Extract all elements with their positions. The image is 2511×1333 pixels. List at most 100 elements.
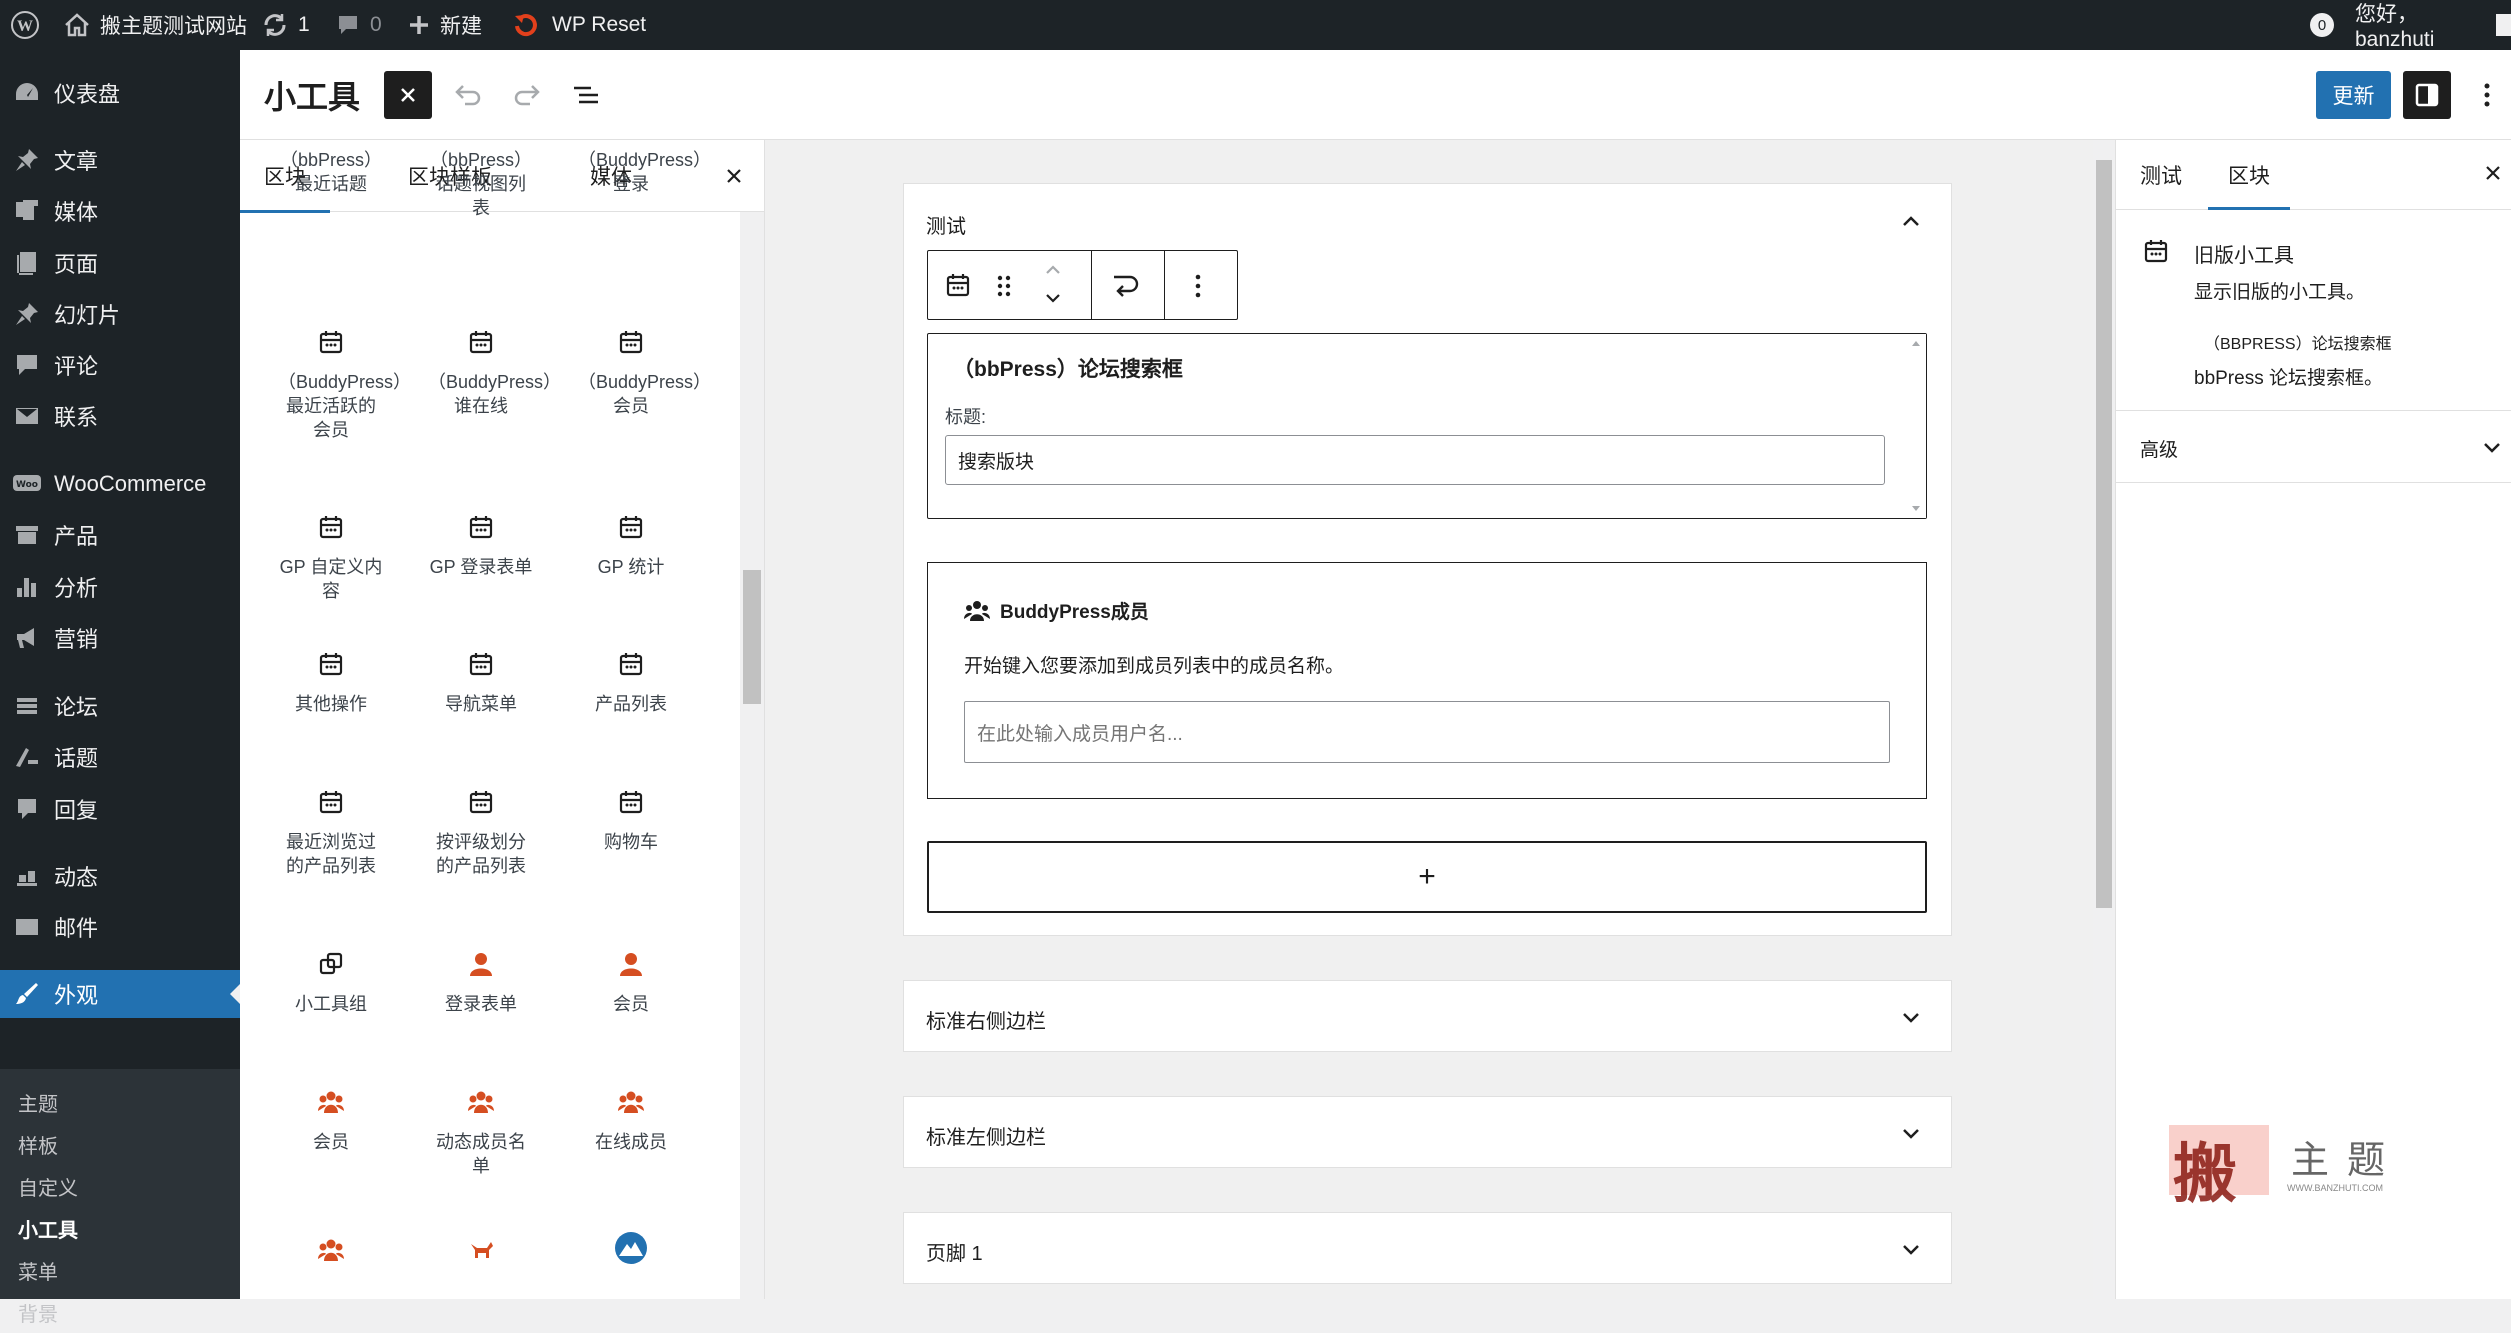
member-search-input[interactable]: 在此处输入成员用户名... [964, 701, 1890, 763]
menu-item-woocommerce[interactable]: Woo WooCommerce [0, 460, 240, 508]
update-button[interactable]: 更新 [2316, 71, 2391, 119]
block-item[interactable]: （BuddyPress）最近活跃的会员 [256, 328, 412, 442]
redo-button[interactable] [503, 71, 551, 119]
block-item[interactable]: （bbPress）最近话题 [256, 148, 406, 196]
block-item[interactable]: 会员 [556, 950, 706, 1016]
add-block-button[interactable]: + [927, 841, 1927, 913]
block-item-label: 最近浏览过的产品列表 [286, 832, 376, 876]
widget-area-right-sidebar[interactable]: 标准右侧边栏 [903, 980, 1952, 1052]
menu-item-forums[interactable]: 论坛 [0, 682, 240, 730]
sidebar-tabs: 测试 区块 [2116, 140, 2511, 210]
menu-item-posts[interactable]: 文章 [0, 136, 240, 184]
block-item[interactable]: 产品列表 [556, 650, 706, 716]
close-sidebar-button[interactable] [2484, 164, 2502, 182]
media-icon [10, 194, 44, 228]
legacy-widget-block[interactable]: （bbPress）论坛搜索框 标题: 搜索版块 [927, 333, 1927, 519]
notification-badge[interactable]: 0 [2310, 0, 2334, 50]
block-item[interactable]: （bbPress）话题视图列表 [406, 148, 556, 220]
block-item[interactable]: 动态成员名单 [406, 1088, 556, 1178]
chevron-up-icon[interactable] [1901, 214, 1921, 228]
wordpress-logo-icon[interactable]: W [10, 0, 40, 50]
menu-item-comments[interactable]: 评论 [0, 341, 240, 389]
block-type-button[interactable] [944, 271, 972, 299]
submenu-themes[interactable]: 主题 [18, 1081, 58, 1123]
user-greeting[interactable]: 您好，banzhuti [2355, 0, 2511, 51]
inserter-scrollbar[interactable] [740, 212, 764, 1299]
comments-link[interactable]: 0 [336, 0, 382, 50]
menu-item-media[interactable]: 媒体 [0, 187, 240, 235]
menu-item-dashboard[interactable]: 仪表盘 [0, 69, 240, 117]
menu-item-activity[interactable]: 动态 [0, 852, 240, 900]
menu-item-topics[interactable]: 话题 [0, 733, 240, 781]
close-inserter-tab-button[interactable] [718, 160, 750, 192]
block-card-description: 显示旧版的小工具。 [2194, 282, 2366, 303]
settings-toggle-button[interactable] [2403, 71, 2451, 119]
updates-link[interactable]: 1 [262, 0, 310, 50]
options-menu-button[interactable] [2463, 71, 2511, 119]
menu-item-replies[interactable]: 回复 [0, 785, 240, 833]
submenu-menus[interactable]: 菜单 [18, 1249, 58, 1291]
submenu-background[interactable]: 背景 [18, 1291, 58, 1333]
close-inserter-button[interactable] [384, 71, 432, 119]
menu-item-marketing[interactable]: 营销 [0, 614, 240, 662]
block-item-label: （BuddyPress）最近活跃的会员 [278, 372, 412, 440]
more-vertical-icon [2484, 83, 2490, 107]
inserter-scroll-thumb[interactable] [743, 570, 761, 704]
members-icon[interactable] [317, 1236, 345, 1264]
menu-item-mail[interactable]: 邮件 [0, 903, 240, 951]
block-item[interactable]: GP 自定义内容 [256, 513, 406, 603]
update-icon [262, 12, 288, 38]
new-content-link[interactable]: 新建 [408, 0, 482, 50]
menu-item-slides[interactable]: 幻灯片 [0, 290, 240, 338]
watermark-url: WWW.BANZHUTI.COM [2287, 1183, 2383, 1193]
transform-button[interactable] [1108, 269, 1144, 301]
block-item-label: 会员 [313, 1132, 349, 1152]
block-item[interactable]: 登录表单 [406, 950, 556, 1016]
drag-handle[interactable] [996, 273, 1012, 299]
legacy-widget-scrollbar[interactable] [1906, 334, 1926, 518]
submenu-patterns[interactable]: 样板 [18, 1123, 58, 1165]
advanced-panel-toggle[interactable]: 高级 [2116, 411, 2511, 483]
dog-icon[interactable] [467, 1236, 495, 1264]
site-name-link[interactable]: 搬主题测试网站 [64, 0, 247, 50]
block-item[interactable]: 其他操作 [256, 650, 406, 716]
more-vertical-icon [1195, 274, 1201, 298]
block-item[interactable]: （BuddyPress）登录 [556, 148, 711, 196]
undo-button[interactable] [444, 71, 492, 119]
widget-area-footer-1[interactable]: 页脚 1 [903, 1212, 1952, 1284]
block-item[interactable]: 购物车 [556, 788, 706, 854]
block-options-button[interactable] [1194, 273, 1202, 299]
block-item[interactable]: 在线成员 [556, 1088, 706, 1154]
move-up-button[interactable] [1044, 263, 1062, 277]
widget-area-title[interactable]: 测试 [926, 210, 966, 239]
appearance-submenu: 主题 样板 自定义 小工具 菜单 背景 [0, 1069, 240, 1326]
block-item[interactable]: 会员 [256, 1088, 406, 1154]
block-item[interactable]: 小工具组 [256, 950, 406, 1016]
chevron-down-icon [1903, 1245, 1919, 1255]
menu-item-pages[interactable]: 页面 [0, 239, 240, 287]
block-item[interactable]: （BuddyPress）会员 [556, 328, 711, 418]
menu-item-analytics[interactable]: 分析 [0, 563, 240, 611]
block-item[interactable]: 最近浏览过的产品列表 [256, 788, 406, 878]
block-item[interactable]: GP 统计 [556, 513, 706, 579]
menu-item-products[interactable]: 产品 [0, 511, 240, 559]
title-input[interactable]: 搜索版块 [945, 435, 1885, 485]
block-item[interactable]: 导航菜单 [406, 650, 556, 716]
editor-header: 小工具 更新 [240, 50, 2511, 140]
tab-widget-area[interactable]: 测试 [2140, 140, 2182, 210]
submenu-widgets[interactable]: 小工具 [18, 1207, 78, 1249]
wp-reset-link[interactable]: WP Reset [512, 0, 646, 50]
list-view-button[interactable] [562, 71, 610, 119]
widget-area-left-sidebar[interactable]: 标准左侧边栏 [903, 1096, 1952, 1168]
block-item[interactable]: （BuddyPress）谁在线 [406, 328, 561, 418]
canvas-scroll-thumb[interactable] [2096, 160, 2112, 908]
menu-item-contact[interactable]: 联系 [0, 392, 240, 440]
buddypress-members-block[interactable]: BuddyPress成员 开始键入您要添加到成员列表中的成员名称。 在此处输入成… [927, 562, 1927, 799]
menu-item-appearance[interactable]: 外观 [0, 970, 240, 1018]
mountain-logo-icon[interactable] [613, 1230, 649, 1266]
block-item[interactable]: 按评级划分的产品列表 [406, 788, 556, 878]
submenu-customize[interactable]: 自定义 [18, 1165, 78, 1207]
block-item[interactable]: GP 登录表单 [406, 513, 556, 579]
move-down-button[interactable] [1044, 291, 1062, 305]
tab-block[interactable]: 区块 [2208, 140, 2290, 210]
